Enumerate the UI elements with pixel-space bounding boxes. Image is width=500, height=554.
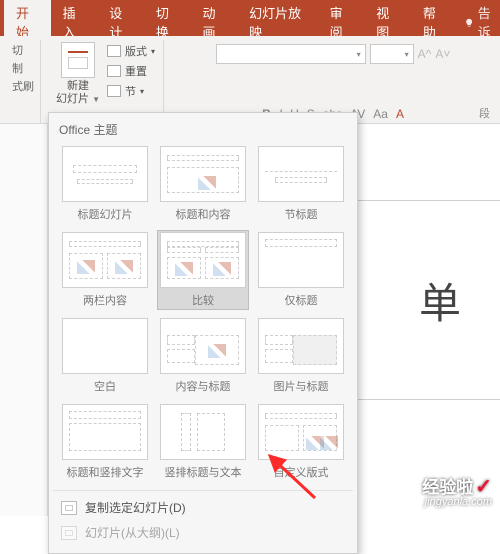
slides-from-outline-label: 幻灯片(从大纲)(L) <box>85 524 180 541</box>
layout-two-content-label: 两栏内容 <box>83 292 127 308</box>
layout-two-content[interactable]: 两栏内容 <box>59 230 151 310</box>
section-button[interactable]: 节▾ <box>105 82 157 100</box>
font-family-combo[interactable]: ▾ <box>216 44 366 64</box>
ribbon: 切 制 式刷 新建 幻灯片 ▼ 版式▾ 重置 节▾ ▾ ▾ A^ A˅ B <box>0 36 500 124</box>
reset-button[interactable]: 重置 <box>105 62 157 80</box>
watermark-cn: 经验啦 <box>422 480 473 495</box>
section-label: 节 <box>125 83 136 99</box>
font-size-combo[interactable]: ▾ <box>370 44 414 64</box>
slides-from-outline-button[interactable]: 幻灯片(从大纲)(L) <box>49 520 357 545</box>
new-slide-label-2: 幻灯片 <box>56 93 89 105</box>
duplicate-slides-label: 复制选定幻灯片(D) <box>85 499 186 516</box>
clipboard-group: 切 制 式刷 <box>6 40 41 123</box>
gallery-separator <box>53 490 353 491</box>
layout-title-vertical-text[interactable]: 标题和竖排文字 <box>59 402 151 482</box>
layout-custom-label: 自定义版式 <box>274 464 329 480</box>
ribbon-tabs: 开始 插入 设计 切换 动画 幻灯片放映 审阅 视图 帮助 告诉 <box>0 8 500 36</box>
layout-title-slide-label: 标题幻灯片 <box>78 206 133 222</box>
decrease-font-button[interactable]: A˅ <box>435 47 450 61</box>
slides-group: 新建 幻灯片 ▼ 版式▾ 重置 节▾ <box>49 40 164 123</box>
layout-picture-caption-label: 图片与标题 <box>274 378 329 394</box>
cut-button[interactable]: 切 <box>12 42 23 58</box>
layout-content-caption-label: 内容与标题 <box>176 378 231 394</box>
layout-title-slide[interactable]: 标题幻灯片 <box>59 144 151 224</box>
bulb-icon <box>464 16 474 28</box>
new-slide-label-1: 新建 <box>67 80 89 92</box>
new-slide-button[interactable]: 新建 幻灯片 ▼ <box>55 42 101 106</box>
layout-picture-caption[interactable]: 图片与标题 <box>255 316 347 396</box>
layout-title-only[interactable]: 仅标题 <box>255 230 347 310</box>
gallery-title: Office 主题 <box>49 113 357 144</box>
section-icon <box>107 85 121 97</box>
duplicate-slides-button[interactable]: 复制选定幻灯片(D) <box>49 495 357 520</box>
watermark-check-icon: ✓ <box>475 480 492 495</box>
format-painter-button[interactable]: 式刷 <box>12 78 34 94</box>
layout-section-header[interactable]: 节标题 <box>255 144 347 224</box>
watermark: 经验啦✓ jingyanla.com <box>422 480 492 510</box>
reset-label: 重置 <box>125 63 147 79</box>
layout-title-content-label: 标题和内容 <box>176 206 231 222</box>
font-color-button[interactable]: A <box>396 107 404 121</box>
new-slide-icon <box>61 42 95 78</box>
layout-comparison[interactable]: 比较 <box>157 230 249 310</box>
change-case-button[interactable]: Aa <box>373 107 388 121</box>
outline-icon <box>61 526 77 540</box>
layout-title-vertical-text-label: 标题和竖排文字 <box>67 464 144 480</box>
layout-blank[interactable]: 空白 <box>59 316 151 396</box>
layout-label: 版式 <box>125 43 147 59</box>
new-slide-caret-icon: ▼ <box>92 95 100 104</box>
layout-title-only-label: 仅标题 <box>285 292 318 308</box>
duplicate-icon <box>61 501 77 515</box>
new-slide-gallery: Office 主题 标题幻灯片 标题和内容 节标题 两栏内容 比较 仅标题 空 <box>48 112 358 554</box>
layout-title-content[interactable]: 标题和内容 <box>157 144 249 224</box>
layout-blank-label: 空白 <box>94 378 116 394</box>
layout-button[interactable]: 版式▾ <box>105 42 157 60</box>
font-group: ▾ ▾ A^ A˅ B I U S abc AV Aa A <box>172 40 494 123</box>
layout-custom[interactable]: 自定义版式 <box>255 402 347 482</box>
layout-vertical-title-text[interactable]: 竖排标题与文本 <box>157 402 249 482</box>
layout-comparison-label: 比较 <box>192 292 214 308</box>
paragraph-group-label: 段 <box>479 105 490 121</box>
reset-icon <box>107 65 121 77</box>
slide-title-placeholder[interactable]: 单 <box>419 270 461 331</box>
increase-font-button[interactable]: A^ <box>418 47 432 61</box>
layout-icon <box>107 45 121 57</box>
copy-button[interactable]: 制 <box>12 60 23 76</box>
layout-section-header-label: 节标题 <box>285 206 318 222</box>
watermark-en: jingyanla.com <box>422 495 492 510</box>
layout-vertical-title-text-label: 竖排标题与文本 <box>165 464 242 480</box>
slide-thumbnail-pane[interactable] <box>0 124 48 516</box>
layout-content-caption[interactable]: 内容与标题 <box>157 316 249 396</box>
slide-canvas[interactable]: 单 <box>340 200 500 400</box>
